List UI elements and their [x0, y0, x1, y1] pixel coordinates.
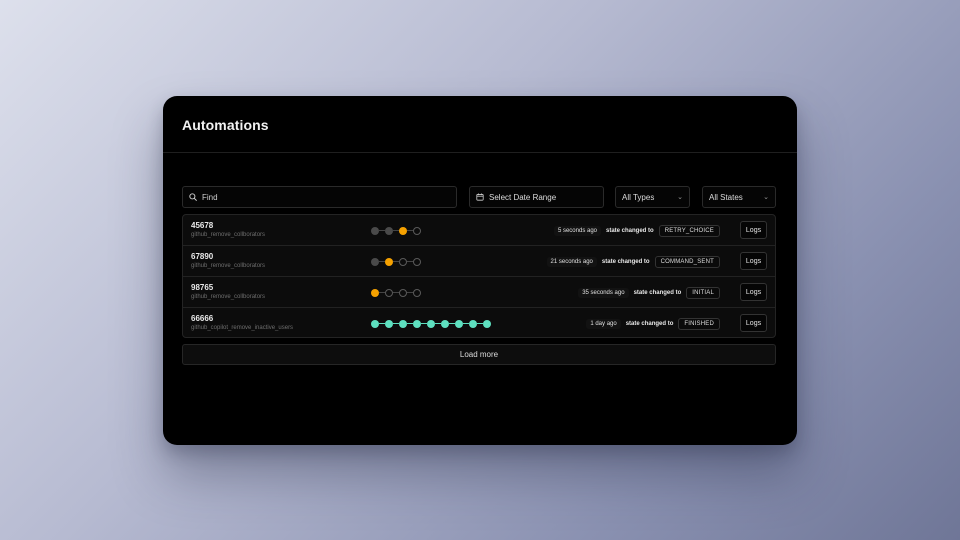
step-dot-finished [371, 319, 379, 328]
calendar-icon [476, 193, 484, 201]
state-change-info: 1 day ago state changed to FINISHED [586, 317, 720, 330]
automations-list: 45678 github_remove_collborators 5 seconds… [182, 214, 776, 338]
progress-steps [371, 319, 491, 328]
step-dot-pending [413, 226, 421, 235]
automation-id: 45678 [191, 221, 214, 230]
automation-name: github_remove_collborators [191, 263, 266, 269]
step-dot-finished [483, 319, 491, 328]
types-select[interactable]: All Types ⌄ [615, 186, 690, 208]
load-more-button[interactable]: Load more [182, 344, 776, 365]
chevron-down-icon: ⌄ [763, 194, 769, 201]
list-item[interactable]: 66666 github_copilot_remove_inactive_user… [183, 308, 775, 339]
progress-steps [371, 257, 421, 266]
date-range-picker[interactable]: Select Date Range [469, 186, 604, 208]
step-dot-active [385, 257, 393, 266]
automations-window: Automations Select Date Range All Types … [163, 96, 797, 445]
step-dot-finished [469, 319, 477, 328]
step-dot-finished [441, 319, 449, 328]
step-dot-finished [399, 319, 407, 328]
automation-id: 66666 [191, 314, 214, 323]
status-badge: COMMAND_SENT [654, 255, 720, 268]
step-dot-active [399, 226, 407, 235]
step-dot-done [385, 226, 393, 235]
timestamp-badge: 35 seconds ago [578, 287, 629, 298]
automation-name: github_remove_collborators [191, 294, 266, 300]
state-change-info: 5 seconds ago state changed to RETRY_CHOIC… [553, 224, 720, 237]
chevron-down-icon: ⌄ [677, 194, 683, 201]
step-dot-active [371, 288, 379, 297]
timestamp-badge: 1 day ago [586, 318, 621, 329]
step-dot-finished [427, 319, 435, 328]
status-badge: INITIAL [686, 286, 720, 299]
progress-steps [371, 288, 421, 297]
search-icon [189, 193, 197, 201]
progress-steps [371, 226, 421, 235]
state-changed-label: state changed to [606, 227, 654, 234]
search-box[interactable] [182, 186, 457, 208]
step-dot-pending [399, 257, 407, 266]
list-item[interactable]: 67890 github_remove_collborators 21 second… [183, 246, 775, 277]
state-changed-label: state changed to [625, 320, 674, 327]
state-change-info: 35 seconds ago state changed to INITIAL [578, 286, 720, 299]
automation-id: 98765 [191, 283, 214, 292]
logs-button[interactable]: Logs [740, 314, 767, 332]
header-divider [163, 152, 797, 153]
states-select[interactable]: All States ⌄ [702, 186, 776, 208]
date-range-label: Select Date Range [489, 192, 557, 202]
timestamp-badge: 21 seconds ago [546, 256, 597, 267]
step-dot-finished [385, 319, 393, 328]
logs-button[interactable]: Logs [740, 252, 767, 270]
status-badge: RETRY_CHOICE [658, 224, 720, 237]
timestamp-badge: 5 seconds ago [553, 225, 601, 236]
state-change-info: 21 seconds ago state changed to COMMAND_SE… [546, 255, 720, 268]
page-title: Automations [182, 117, 269, 133]
status-badge: FINISHED [678, 317, 720, 330]
step-dot-pending [385, 288, 393, 297]
automation-name: github_remove_collborators [191, 232, 266, 238]
state-changed-label: state changed to [601, 258, 650, 265]
list-item[interactable]: 45678 github_remove_collborators 5 seconds… [183, 215, 775, 246]
automation-id: 67890 [191, 252, 214, 261]
logs-button[interactable]: Logs [740, 221, 767, 239]
list-item[interactable]: 98765 github_remove_collborators 35 second… [183, 277, 775, 308]
state-changed-label: state changed to [633, 289, 682, 296]
search-input[interactable] [202, 192, 442, 202]
filter-bar: Select Date Range All Types ⌄ All States… [182, 186, 776, 208]
step-dot-done [371, 226, 379, 235]
step-dot-pending [413, 257, 421, 266]
step-dot-done [371, 257, 379, 266]
automation-name: github_copilot_remove_inactive_users [191, 325, 294, 331]
logs-button[interactable]: Logs [740, 283, 767, 301]
step-dot-pending [399, 288, 407, 297]
step-dot-finished [455, 319, 463, 328]
types-select-value: All Types [622, 192, 655, 202]
states-select-value: All States [709, 192, 743, 202]
step-dot-pending [413, 288, 421, 297]
step-dot-finished [413, 319, 421, 328]
